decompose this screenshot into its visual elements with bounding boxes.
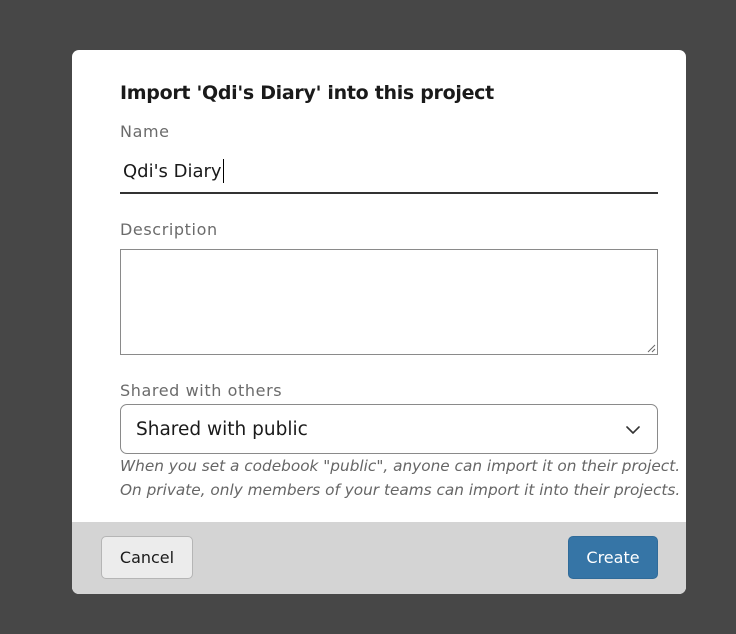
chevron-down-icon: [626, 426, 640, 434]
cancel-button[interactable]: Cancel: [101, 536, 193, 579]
sharing-select-value: Shared with public: [136, 418, 308, 440]
help-text-line: When you set a codebook "public", anyone…: [120, 457, 681, 475]
name-label: Name: [120, 122, 170, 141]
help-text-line: On private, only members of your teams c…: [120, 481, 681, 499]
sharing-select[interactable]: Shared with public: [120, 404, 658, 454]
description-label: Description: [120, 220, 218, 239]
dialog-footer: Cancel Create: [72, 522, 686, 594]
dialog-title: Import 'Qdi's Diary' into this project: [120, 82, 494, 104]
name-input-value: Qdi's Diary: [123, 160, 222, 182]
create-button[interactable]: Create: [568, 536, 658, 579]
sharing-help-text: When you set a codebook "public", anyone…: [120, 454, 680, 502]
import-dialog: Import 'Qdi's Diary' into this project N…: [72, 50, 686, 594]
name-input[interactable]: Qdi's Diary: [120, 154, 658, 194]
resize-grip-icon[interactable]: [646, 343, 656, 353]
sharing-label: Shared with others: [120, 381, 283, 400]
text-cursor: [222, 159, 225, 183]
description-textarea[interactable]: [120, 249, 658, 355]
